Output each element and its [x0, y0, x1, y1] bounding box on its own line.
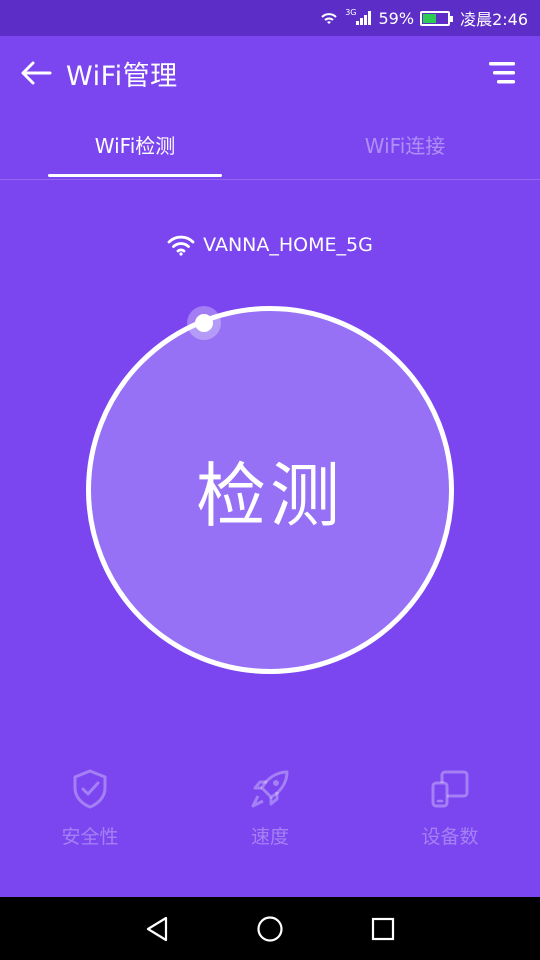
feature-devices[interactable]: 设备数 [360, 766, 540, 856]
tab-label: WiFi检测 [94, 134, 176, 158]
detect-button[interactable]: 检测 [86, 306, 454, 674]
app-bar: WiFi管理 [0, 36, 540, 110]
tab-indicator [48, 174, 222, 177]
tab-wifi-connect[interactable]: WiFi连接 [270, 110, 540, 179]
system-nav-bar [0, 897, 540, 960]
status-bar: 3G 59% 凌晨2:46 [0, 0, 540, 36]
detect-dial: 检测 [86, 306, 454, 674]
feature-label: 设备数 [421, 826, 479, 848]
status-time: 凌晨2:46 [460, 10, 528, 29]
tab-wifi-detect[interactable]: WiFi检测 [0, 110, 270, 179]
nav-home-button[interactable] [250, 909, 290, 949]
nav-recents-button[interactable] [363, 909, 403, 949]
tab-bar: WiFi检测 WiFi连接 [0, 110, 540, 180]
cell-signal-icon: 3G [345, 7, 372, 26]
feature-label: 安全性 [61, 826, 119, 848]
menu-icon [489, 62, 515, 84]
devices-icon [431, 770, 469, 808]
current-network: VANNA_HOME_5G [0, 228, 540, 262]
feature-row: 安全性 速度 设备数 [0, 766, 540, 856]
arrow-left-icon [21, 61, 52, 85]
network-ssid: VANNA_HOME_5G [203, 234, 373, 256]
menu-button[interactable] [484, 55, 520, 91]
battery-fill [423, 13, 437, 23]
battery-icon [420, 10, 454, 26]
back-button[interactable] [16, 53, 56, 93]
nav-back-button[interactable] [137, 909, 177, 949]
battery-percent: 59% [378, 8, 415, 28]
circle-home-icon [257, 915, 283, 942]
square-recents-icon [372, 917, 395, 940]
network-type: 3G [345, 7, 357, 17]
page-title: WiFi管理 [66, 60, 178, 92]
feature-label: 速度 [250, 826, 289, 848]
detect-label: 检测 [196, 454, 344, 537]
wifi-signal-icon [319, 10, 339, 26]
progress-knob [195, 314, 213, 332]
feature-speed[interactable]: 速度 [180, 766, 360, 856]
rocket-icon [251, 770, 289, 808]
wifi-icon [167, 235, 195, 256]
tab-label: WiFi连接 [364, 134, 446, 158]
triangle-back-icon [146, 916, 167, 941]
feature-security[interactable]: 安全性 [0, 766, 180, 856]
shield-check-icon [73, 769, 107, 809]
